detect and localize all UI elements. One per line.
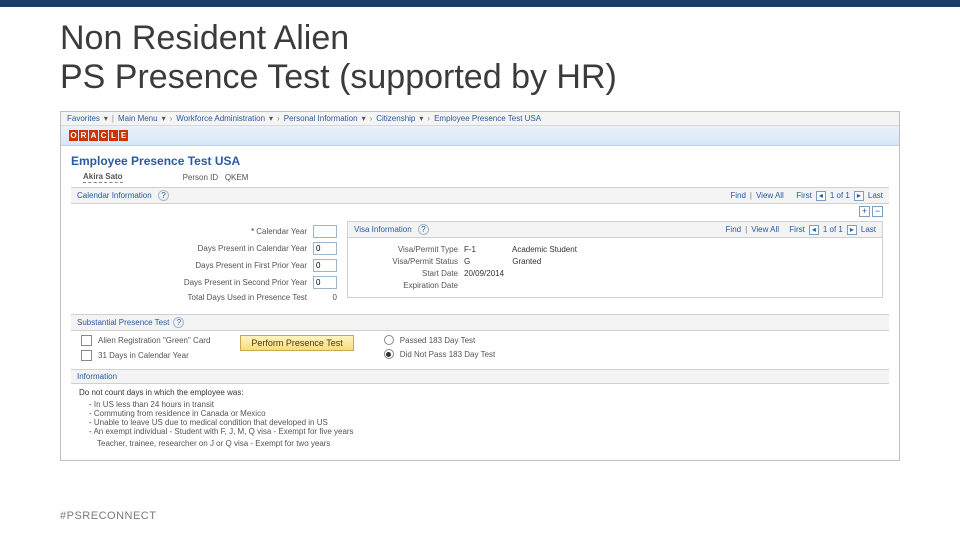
breadcrumb-sep-icon: › (277, 114, 280, 123)
info-item: An exempt individual - Student with F, J… (89, 427, 881, 436)
next-arrow-icon[interactable]: ▸ (854, 191, 864, 201)
prev-arrow-icon[interactable]: ◂ (816, 191, 826, 201)
info-item: Commuting from residence in Canada or Me… (89, 409, 881, 418)
passed-183-radio[interactable] (384, 335, 394, 345)
record-position: 1 of 1 (823, 225, 843, 234)
logo-letter: R (79, 130, 88, 141)
breadcrumb-personal-info[interactable]: Personal Information (284, 114, 358, 123)
information-list: In US less than 24 hours in transit Comm… (89, 400, 881, 436)
thirty-one-days-checkbox[interactable] (81, 350, 92, 361)
last-label: Last (861, 225, 876, 234)
next-arrow-icon[interactable]: ▸ (847, 225, 857, 235)
substantial-presence-title: Substantial Presence Test (77, 318, 169, 327)
visa-type-desc: Academic Student (512, 245, 577, 254)
calendar-section-title: Calendar Information (77, 191, 152, 200)
help-icon[interactable]: ? (158, 190, 169, 201)
add-row-button[interactable]: + (859, 206, 870, 217)
substantial-presence-header: Substantial Presence Test ? (71, 314, 889, 331)
slide-title: Non Resident Alien PS Presence Test (sup… (60, 19, 900, 97)
visa-type-code: F-1 (464, 245, 476, 254)
breadcrumb-citizenship[interactable]: Citizenship (376, 114, 415, 123)
app-screenshot: Favorites ▾ | Main Menu ▾ › Workforce Ad… (60, 111, 900, 461)
information-footnote: Teacher, trainee, researcher on J or Q v… (97, 439, 881, 448)
did-not-pass-183-label: Did Not Pass 183 Day Test (400, 350, 495, 359)
remove-row-button[interactable]: − (872, 206, 883, 217)
slide-accent-bar (0, 0, 960, 7)
help-icon[interactable]: ? (418, 224, 429, 235)
employee-name: Akira Sato (83, 172, 123, 183)
perform-presence-test-button[interactable]: Perform Presence Test (240, 335, 353, 351)
days-calendar-input[interactable] (313, 242, 337, 255)
green-card-label: Alien Registration "Green" Card (98, 336, 210, 345)
total-days-value: 0 (313, 293, 337, 302)
find-link[interactable]: Find (730, 191, 746, 200)
did-not-pass-183-radio[interactable] (384, 349, 394, 359)
information-lead: Do not count days in which the employee … (79, 388, 881, 397)
info-item: Unable to leave US due to medical condit… (89, 418, 881, 427)
logo-bar: O R A C L E (61, 126, 899, 146)
page-title: Employee Presence Test USA (71, 154, 889, 168)
days-first-prior-input[interactable] (313, 259, 337, 272)
title-line-2: PS Presence Test (supported by HR) (60, 58, 617, 96)
chevron-down-icon: ▾ (362, 114, 366, 123)
days-second-prior-input[interactable] (313, 276, 337, 289)
calendar-year-input[interactable] (313, 225, 337, 238)
visa-exp-label: Expiration Date (356, 281, 458, 290)
breadcrumb-workforce-admin[interactable]: Workforce Administration (176, 114, 265, 123)
calendar-year-label: Calendar Year (251, 227, 307, 236)
person-id: Person ID QKEM (183, 173, 249, 182)
logo-letter: C (99, 130, 108, 141)
prev-arrow-icon[interactable]: ◂ (809, 225, 819, 235)
chevron-down-icon: ▾ (162, 114, 166, 123)
hashtag: #PSRECONNECT (60, 510, 156, 522)
green-card-checkbox[interactable] (81, 335, 92, 346)
record-position: 1 of 1 (830, 191, 850, 200)
breadcrumb-sep-icon: › (427, 114, 430, 123)
visa-status-desc: Granted (512, 257, 541, 266)
first-label: First (789, 225, 805, 234)
breadcrumb-sep-icon: › (170, 114, 173, 123)
breadcrumb-favorites[interactable]: Favorites (67, 114, 100, 123)
logo-letter: O (69, 130, 78, 141)
breadcrumb-sep-icon: › (370, 114, 373, 123)
view-all-link[interactable]: View All (756, 191, 784, 200)
chevron-down-icon: ▾ (104, 114, 108, 123)
find-link[interactable]: Find (726, 225, 742, 234)
view-all-link[interactable]: View All (751, 225, 779, 234)
person-id-value: QKEM (225, 173, 249, 182)
total-days-label: Total Days Used in Presence Test (188, 293, 307, 302)
visa-section-title: Visa Information (354, 225, 412, 234)
calendar-section-header: Calendar Information ? Find | View All F… (71, 187, 889, 204)
title-line-1: Non Resident Alien (60, 19, 349, 57)
first-label: First (796, 191, 812, 200)
help-icon[interactable]: ? (173, 317, 184, 328)
passed-183-label: Passed 183 Day Test (400, 336, 475, 345)
logo-letter: A (89, 130, 98, 141)
chevron-down-icon: ▾ (419, 114, 423, 123)
chevron-down-icon: ▾ (269, 114, 273, 123)
last-label: Last (868, 191, 883, 200)
visa-type-label: Visa/Permit Type (356, 245, 458, 254)
information-header: Information (71, 369, 889, 384)
logo-letter: E (119, 130, 128, 141)
visa-start-label: Start Date (356, 269, 458, 278)
breadcrumb-current-page[interactable]: Employee Presence Test USA (434, 114, 541, 123)
breadcrumb: Favorites ▾ | Main Menu ▾ › Workforce Ad… (61, 112, 899, 126)
visa-information-panel: Visa Information ? Find | View All First… (347, 221, 883, 298)
visa-start-value: 20/09/2014 (464, 269, 504, 278)
information-title: Information (77, 372, 117, 381)
days-first-prior-label: Days Present in First Prior Year (195, 261, 307, 270)
person-id-label: Person ID (183, 173, 219, 182)
breadcrumb-main-menu[interactable]: Main Menu (118, 114, 158, 123)
info-item: In US less than 24 hours in transit (89, 400, 881, 409)
oracle-logo: O R A C L E (69, 130, 128, 141)
visa-status-label: Visa/Permit Status (356, 257, 458, 266)
thirty-one-days-label: 31 Days in Calendar Year (98, 351, 189, 360)
breadcrumb-separator: | (112, 114, 114, 123)
logo-letter: L (109, 130, 118, 141)
days-second-prior-label: Days Present in Second Prior Year (184, 278, 307, 287)
visa-status-code: G (464, 257, 470, 266)
days-calendar-label: Days Present in Calendar Year (198, 244, 307, 253)
